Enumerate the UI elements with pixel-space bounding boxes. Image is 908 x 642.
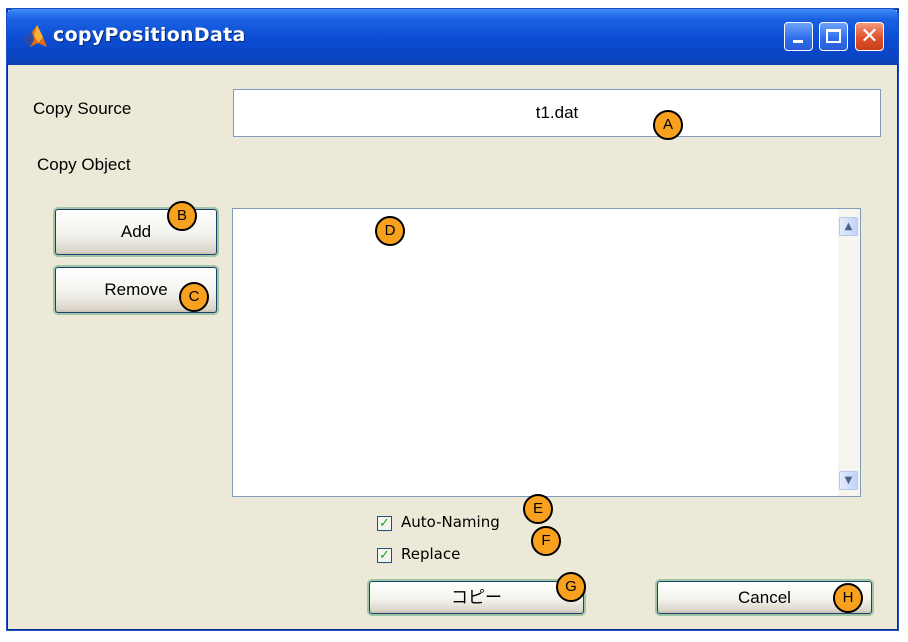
dialog-window: copyPositionData ✕ Copy Source t1.dat Co…	[6, 8, 899, 631]
window-title: copyPositionData	[53, 24, 246, 46]
copy-object-list[interactable]: ▲ ▼	[232, 208, 861, 497]
marker-d: D	[375, 216, 405, 246]
minimize-button[interactable]	[784, 22, 813, 51]
marker-h: H	[833, 583, 863, 613]
close-icon: ✕	[860, 24, 879, 49]
close-button[interactable]: ✕	[855, 22, 884, 51]
copy-source-label: Copy Source	[33, 99, 132, 118]
title-bar[interactable]: copyPositionData ✕	[7, 9, 898, 65]
marker-f: F	[531, 526, 561, 556]
scroll-down-icon[interactable]: ▼	[839, 471, 858, 490]
list-scrollbar[interactable]: ▲ ▼	[838, 209, 860, 496]
marker-b: B	[167, 201, 197, 231]
marker-g: G	[556, 572, 586, 602]
replace-label: Replace	[401, 545, 461, 563]
copy-source-field[interactable]: t1.dat	[233, 89, 881, 137]
minimize-icon	[793, 40, 803, 43]
matlab-icon	[23, 25, 47, 47]
copy-button[interactable]: コピー	[369, 581, 584, 614]
marker-c: C	[179, 282, 209, 312]
checkmark-icon: ✓	[379, 516, 390, 531]
auto-naming-label: Auto-Naming	[401, 513, 500, 531]
auto-naming-checkbox[interactable]: ✓	[377, 516, 392, 531]
replace-checkbox[interactable]: ✓	[377, 548, 392, 563]
marker-e: E	[523, 494, 553, 524]
maximize-icon	[826, 29, 841, 43]
checkmark-icon: ✓	[379, 548, 390, 563]
maximize-button[interactable]	[819, 22, 848, 51]
copy-object-label: Copy Object	[37, 155, 131, 174]
marker-a: A	[653, 110, 683, 140]
scroll-up-icon[interactable]: ▲	[839, 217, 858, 236]
